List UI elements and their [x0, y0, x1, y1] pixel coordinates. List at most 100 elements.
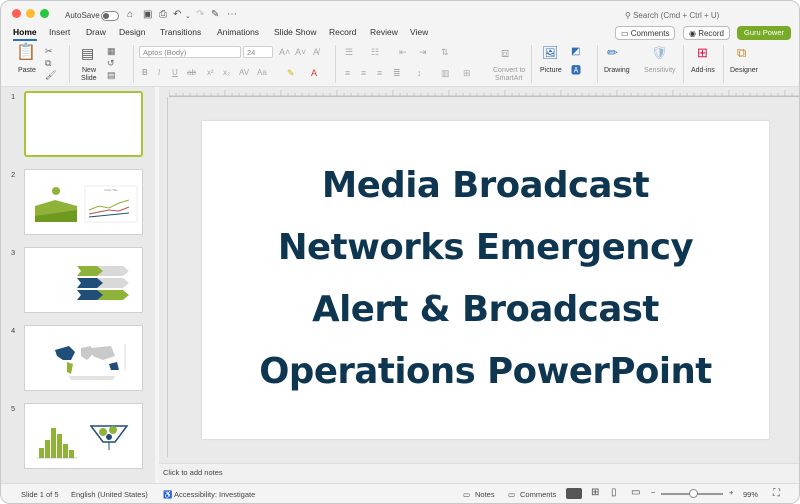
- numbering-icon[interactable]: ☷: [371, 46, 379, 58]
- align-text-icon[interactable]: ⊞: [463, 67, 471, 79]
- comments-status-icon[interactable]: ▭: [508, 490, 515, 499]
- justify-icon[interactable]: ≣: [393, 67, 401, 79]
- tab-design[interactable]: Design: [119, 27, 145, 37]
- language[interactable]: English (United States): [71, 490, 148, 499]
- layout-icon[interactable]: ▦: [107, 45, 116, 57]
- font-name-field[interactable]: Aptos (Body): [139, 46, 241, 58]
- autosave-label: AutoSave: [65, 11, 100, 20]
- slide-thumbnail-4[interactable]: [24, 325, 143, 391]
- change-case-icon[interactable]: Aa: [257, 67, 267, 79]
- bold-icon[interactable]: B: [142, 67, 148, 79]
- slide-show-icon[interactable]: ▭: [631, 487, 640, 498]
- slide-1[interactable]: Media Broadcast Networks Emergency Alert…: [202, 121, 769, 439]
- textbox-icon[interactable]: 🅰: [571, 66, 581, 78]
- zoom-out-icon[interactable]: −: [651, 488, 655, 497]
- zoom-in-icon[interactable]: +: [729, 488, 733, 497]
- tab-slide-show[interactable]: Slide Show: [274, 27, 317, 37]
- shapes-icon[interactable]: ◩: [571, 46, 580, 58]
- underline-icon[interactable]: U: [172, 67, 178, 79]
- clear-format-icon[interactable]: A̸: [313, 46, 319, 58]
- align-center-icon[interactable]: ≡: [361, 67, 366, 79]
- zoom-level[interactable]: 99%: [743, 490, 758, 499]
- align-right-icon[interactable]: ≡: [377, 67, 382, 79]
- slide-sorter-icon[interactable]: ⊞: [591, 487, 599, 498]
- print-icon[interactable]: ⎙: [159, 9, 167, 21]
- highlight-icon[interactable]: ✎: [287, 67, 295, 79]
- strikethrough-icon[interactable]: ab: [187, 67, 196, 79]
- record-button[interactable]: ◉ Record: [683, 26, 730, 40]
- new-slide-icon[interactable]: ▤: [81, 46, 94, 60]
- minimize-window-button[interactable]: [26, 9, 35, 18]
- tab-record[interactable]: Record: [329, 27, 356, 37]
- convert-label-2: SmartArt: [495, 75, 523, 82]
- sensitivity-icon[interactable]: 🛡: [651, 46, 668, 59]
- tab-view[interactable]: View: [410, 27, 428, 37]
- more-icon[interactable]: ⋯: [227, 9, 237, 21]
- decrease-indent-icon[interactable]: ⇤: [399, 46, 407, 58]
- char-spacing-icon[interactable]: AV: [239, 67, 249, 79]
- smartart-icon[interactable]: ⧈: [501, 46, 509, 59]
- save-icon[interactable]: ▣: [143, 9, 152, 21]
- autosave-toggle[interactable]: [101, 11, 119, 21]
- reading-view-icon[interactable]: ▯: [611, 487, 617, 498]
- decrease-font-icon[interactable]: A˅: [295, 46, 306, 58]
- ribbon-divider: [597, 45, 598, 83]
- normal-view-icon[interactable]: [566, 488, 582, 499]
- columns-icon[interactable]: ▥: [441, 67, 450, 79]
- home-icon[interactable]: ⌂: [127, 9, 133, 21]
- section-icon[interactable]: ▤: [107, 69, 116, 81]
- subscript-icon[interactable]: x²: [207, 67, 214, 79]
- slide-thumbnail-3[interactable]: [24, 247, 143, 313]
- font-color-icon[interactable]: A: [311, 67, 317, 79]
- reset-icon[interactable]: ↺: [107, 57, 115, 69]
- undo-icon[interactable]: ↶: [173, 9, 181, 21]
- format-painter-icon[interactable]: ✎: [211, 9, 219, 21]
- slide-title[interactable]: Media Broadcast Networks Emergency Alert…: [202, 155, 769, 403]
- comment-icon: ▭: [621, 29, 631, 38]
- notes-pane[interactable]: Click to add notes: [159, 463, 799, 483]
- cut-icon[interactable]: ✂: [45, 45, 53, 57]
- font-size-field[interactable]: 24: [243, 46, 273, 58]
- slide-thumbnail-5[interactable]: [24, 403, 143, 469]
- drawing-icon[interactable]: ✏: [607, 46, 618, 59]
- comments-button[interactable]: ▭ Comments: [615, 26, 676, 40]
- accessibility-icon[interactable]: ♿: [163, 490, 172, 499]
- designer-icon[interactable]: ⧉: [737, 46, 746, 59]
- tab-home[interactable]: Home: [13, 27, 37, 37]
- tab-animations[interactable]: Animations: [217, 27, 259, 37]
- align-left-icon[interactable]: ≡: [345, 67, 350, 79]
- picture-icon[interactable]: 🖼: [542, 46, 559, 59]
- slide-count: Slide 1 of 5: [21, 490, 59, 499]
- slide-number: 5: [11, 404, 16, 413]
- zoom-window-button[interactable]: [40, 9, 49, 18]
- tab-draw[interactable]: Draw: [86, 27, 106, 37]
- superscript-icon[interactable]: x₂: [223, 67, 230, 79]
- tab-transitions[interactable]: Transitions: [160, 27, 201, 37]
- redo-icon[interactable]: ↷: [196, 9, 204, 21]
- slide-thumbnail-1[interactable]: [24, 91, 143, 157]
- close-window-button[interactable]: [12, 9, 21, 18]
- notes-button[interactable]: Notes: [475, 490, 495, 499]
- fit-slide-icon[interactable]: ⛶: [773, 488, 780, 499]
- copy-icon[interactable]: ⧉: [45, 57, 51, 69]
- bullets-icon[interactable]: ☰: [345, 46, 353, 58]
- guru-power-button[interactable]: Guru Power: [737, 26, 791, 40]
- increase-font-icon[interactable]: A˄: [279, 46, 290, 58]
- comments-status-button[interactable]: Comments: [520, 490, 556, 499]
- search-box[interactable]: ⚲ Search (Cmd + Ctrl + U): [625, 11, 719, 20]
- tab-insert[interactable]: Insert: [49, 27, 70, 37]
- increase-indent-icon[interactable]: ⇥: [419, 46, 427, 58]
- accessibility-status[interactable]: Accessibility: Investigate: [174, 490, 255, 499]
- sensitivity-label: Sensitivity: [644, 67, 676, 74]
- italic-icon[interactable]: I: [158, 67, 160, 79]
- format-brush-icon[interactable]: 🖌: [45, 69, 56, 81]
- line-spacing-icon[interactable]: ↕: [417, 67, 422, 79]
- notes-icon[interactable]: ▭: [463, 490, 470, 499]
- addins-icon[interactable]: ⊞: [697, 46, 708, 59]
- undo-dropdown-icon[interactable]: ⌄: [185, 11, 191, 23]
- paste-icon[interactable]: 📋: [16, 45, 36, 61]
- tab-review[interactable]: Review: [370, 27, 398, 37]
- slide-thumbnail-2[interactable]: Chart Title: [24, 169, 143, 235]
- zoom-slider-knob[interactable]: [689, 489, 698, 498]
- text-direction-icon[interactable]: ⇅: [441, 46, 449, 58]
